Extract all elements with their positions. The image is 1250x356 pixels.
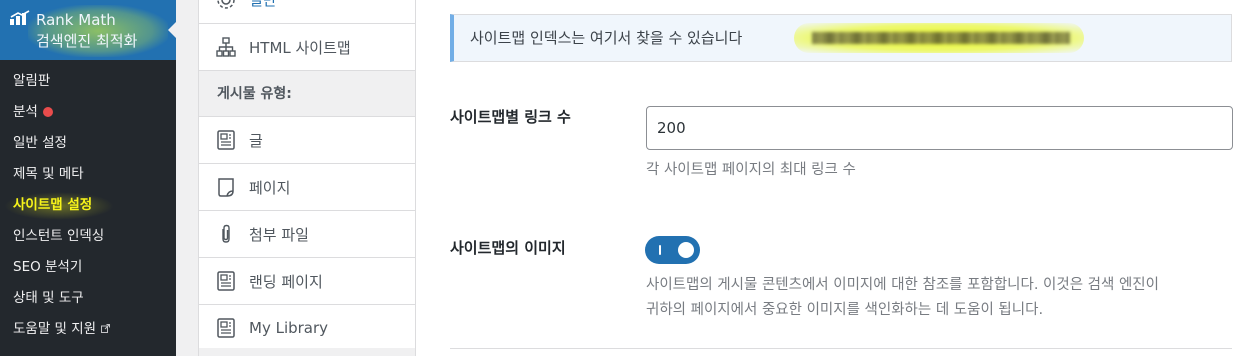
notification-dot-icon (42, 107, 53, 117)
tab-label: My Library (249, 319, 329, 337)
settings-panel: 사이트맵 인덱스는 여기서 찾을 수 있습니다 사이트맵별 링크 수 200 각… (416, 0, 1250, 356)
links-per-sitemap-input[interactable]: 200 (646, 106, 1233, 150)
submenu-label: 사이트맵 설정 (13, 197, 93, 213)
post-icon (215, 270, 237, 292)
description-line: 귀하의 페이지에서 중요한 이미지를 색인화하는 데 도움이 됩니다. (646, 302, 1044, 318)
rank-math-logo-icon (10, 10, 30, 25)
submenu-item-analytics[interactable]: 분석 (0, 97, 176, 128)
row-divider (450, 348, 1232, 349)
menu-gap (176, 0, 198, 356)
tab-label: 랜딩 페이지 (249, 272, 323, 291)
plugin-title: Rank Math 검색엔진 최적화 (36, 11, 138, 50)
submenu-label: 인스턴트 인덱싱 (13, 228, 105, 244)
tab-post-type-my-library[interactable]: My Library (199, 305, 415, 352)
links-per-sitemap-description: 각 사이트맵 페이지의 최대 링크 수 (646, 162, 856, 178)
nav-next-item (199, 348, 415, 356)
tab-html-sitemap[interactable]: HTML 사이트맵 (199, 24, 415, 71)
submenu-label: 도움말 및 지원 (13, 321, 97, 337)
tab-post-type-posts[interactable]: 글 (199, 117, 415, 164)
toggle-knob (678, 242, 694, 258)
submenu-item-instant-indexing[interactable]: 인스턴트 인덱싱 (0, 221, 176, 252)
submenu-item-status-tools[interactable]: 상태 및 도구 (0, 283, 176, 314)
tab-general[interactable]: 일반 (199, 0, 415, 24)
redacted-sitemap-url (794, 23, 1084, 53)
post-icon (215, 317, 237, 339)
submenu-label: 상태 및 도구 (13, 290, 84, 306)
rank-math-menu-header[interactable]: Rank Math 검색엔진 최적화 (0, 0, 176, 60)
submenu-item-general-settings[interactable]: 일반 설정 (0, 128, 176, 159)
tab-label: 페이지 (249, 178, 291, 197)
rank-math-submenu: 알림판 분석 일반 설정 제목 및 메타 사이트맵 설정 인스턴트 인덱싱 SE… (0, 66, 176, 345)
links-per-sitemap-label: 사이트맵별 링크 수 (450, 108, 571, 126)
sitemap-icon (215, 36, 237, 58)
images-in-sitemap-label: 사이트맵의 이미지 (450, 239, 566, 257)
tab-label: 일반 (249, 0, 277, 9)
submenu-label: 일반 설정 (13, 135, 67, 151)
images-in-sitemap-toggle[interactable] (645, 236, 700, 264)
redaction-pixels (812, 32, 1070, 44)
tab-label: 글 (249, 131, 263, 150)
submenu-label: 분석 (13, 104, 38, 120)
current-menu-arrow (168, 22, 176, 38)
submenu-item-help-support[interactable]: 도움말 및 지원 (0, 314, 176, 345)
description-line: 사이트맵의 게시물 콘텐츠에서 이미지에 대한 참조를 포함합니다. 이것은 검… (646, 277, 1159, 293)
paperclip-icon (215, 223, 237, 245)
images-in-sitemap-description: 사이트맵의 게시물 콘텐츠에서 이미지에 대한 참조를 포함합니다. 이것은 검… (646, 273, 1159, 323)
submenu-item-dashboard[interactable]: 알림판 (0, 66, 176, 97)
notice-text: 사이트맵 인덱스는 여기서 찾을 수 있습니다 (470, 29, 743, 47)
submenu-label: 알림판 (13, 73, 51, 89)
submenu-label: SEO 분석기 (13, 259, 83, 275)
sitemap-index-notice: 사이트맵 인덱스는 여기서 찾을 수 있습니다 (450, 14, 1232, 62)
submenu-item-seo-analyzer[interactable]: SEO 분석기 (0, 252, 176, 283)
tab-post-type-pages[interactable]: 페이지 (199, 164, 415, 211)
tab-post-type-attachments[interactable]: 첨부 파일 (199, 211, 415, 258)
submenu-item-titles-meta[interactable]: 제목 및 메타 (0, 159, 176, 190)
admin-sidebar: Rank Math 검색엔진 최적화 알림판 분석 일반 설정 제목 및 메타 … (0, 0, 176, 356)
tab-label: HTML 사이트맵 (249, 38, 351, 57)
submenu-label: 제목 및 메타 (13, 166, 84, 182)
page-icon (215, 176, 237, 198)
submenu-item-sitemap-settings[interactable]: 사이트맵 설정 (0, 190, 176, 221)
post-types-heading: 게시물 유형: (199, 71, 415, 117)
post-icon (215, 129, 237, 151)
tab-label: 첨부 파일 (249, 225, 309, 244)
tab-post-type-landing-pages[interactable]: 랜딩 페이지 (199, 258, 415, 305)
external-link-icon (101, 324, 111, 333)
gear-icon (215, 0, 237, 11)
settings-nav: 일반 HTML 사이트맵 게시물 유형: 글 페이지 첨부 파일 랜딩 페이지 (198, 0, 416, 356)
toggle-on-indicator (659, 245, 661, 255)
